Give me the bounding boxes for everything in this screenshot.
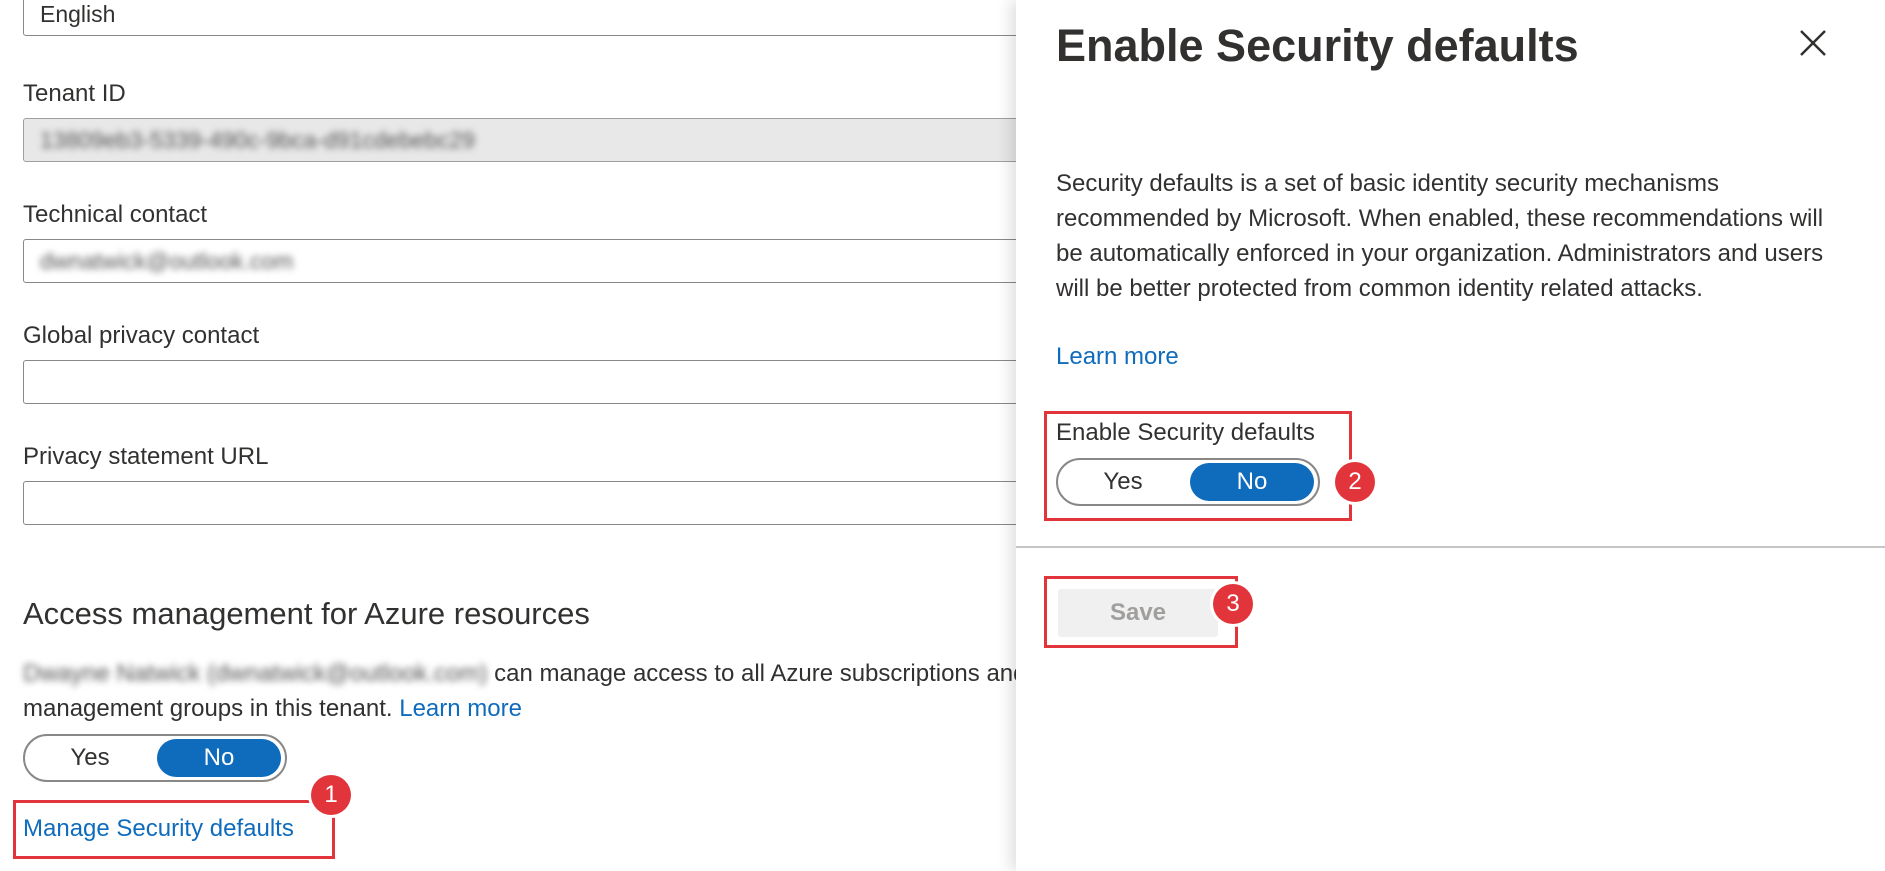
callout-box-3 — [1044, 576, 1238, 648]
panel-description: Security defaults is a set of basic iden… — [1056, 170, 1824, 302]
panel-divider — [1016, 546, 1885, 548]
close-icon — [1800, 30, 1826, 56]
privacy-statement-url-field[interactable] — [23, 481, 1016, 525]
privacy-statement-url-label: Privacy statement URL — [23, 443, 269, 470]
access-management-description: Dwayne Natwick (dwnatwick@outlook.com) c… — [23, 656, 1016, 726]
global-privacy-contact-field[interactable] — [23, 360, 1016, 404]
access-management-heading: Access management for Azure resources — [23, 596, 590, 631]
access-user-name: Dwayne Natwick (dwnatwick@outlook.com) — [23, 660, 488, 687]
technical-contact-field[interactable]: dwnatwick@outlook.com — [23, 239, 1016, 283]
technical-contact-value: dwnatwick@outlook.com — [40, 248, 294, 274]
language-select[interactable]: English — [23, 0, 1016, 36]
global-privacy-contact-label: Global privacy contact — [23, 322, 260, 349]
access-management-toggle[interactable]: Yes No — [23, 734, 287, 782]
close-button[interactable] — [1796, 26, 1830, 60]
access-toggle-no[interactable]: No — [157, 739, 281, 777]
tenant-id-value: 13809eb3-5339-490c-9bca-d91cdebebc29 — [40, 127, 475, 153]
access-learn-more-link[interactable]: Learn more — [399, 695, 522, 722]
panel-learn-more-link[interactable]: Learn more — [1056, 343, 1179, 371]
tenant-id-field: 13809eb3-5339-490c-9bca-d91cdebebc29 — [23, 118, 1016, 162]
callout-badge-3: 3 — [1213, 584, 1253, 624]
panel-title: Enable Security defaults — [1056, 20, 1579, 71]
callout-box-2 — [1044, 411, 1352, 521]
callout-badge-2: 2 — [1335, 462, 1375, 502]
callout-badge-1: 1 — [311, 775, 351, 815]
properties-page: English Tenant ID 13809eb3-5339-490c-9bc… — [0, 0, 1016, 871]
tenant-id-label: Tenant ID — [23, 80, 126, 107]
access-toggle-yes[interactable]: Yes — [29, 739, 151, 777]
language-value: English — [40, 1, 116, 27]
technical-contact-label: Technical contact — [23, 201, 208, 228]
callout-box-1 — [13, 800, 335, 859]
